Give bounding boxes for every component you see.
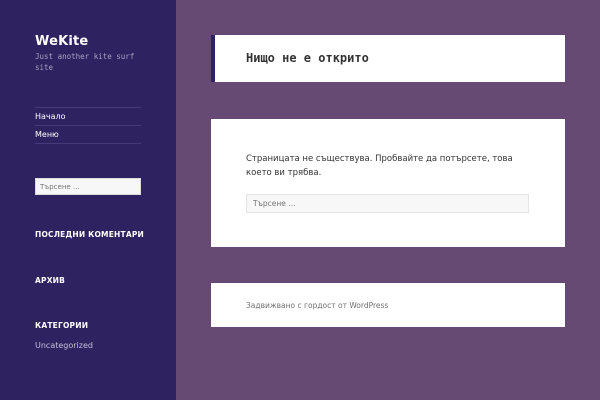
not-found-message: Страницата не съществува. Пробвайте да п… [246, 154, 513, 178]
sidebar-search-input[interactable] [35, 178, 141, 195]
content-search-input[interactable] [246, 194, 529, 213]
main-menu: Начало Меню [35, 107, 141, 144]
page-header: Нищо не е открито [211, 35, 565, 82]
category-link-uncategorized[interactable]: Uncategorized [35, 341, 93, 350]
site-description: Just another kite surf site [35, 52, 135, 72]
content-panel: Страницата не съществува. Пробвайте да п… [211, 119, 565, 247]
page-title: Нищо не е открито [246, 51, 369, 65]
menu-item-home[interactable]: Начало [35, 108, 141, 126]
sidebar: WeKite Just another kite surf site Начал… [0, 0, 176, 400]
site-title[interactable]: WeKite [35, 34, 88, 49]
menu-item-menu[interactable]: Меню [35, 126, 141, 144]
site-footer: Задвижвано с гордост от WordPress [211, 283, 565, 327]
footer-credit-link[interactable]: Задвижвано с гордост от WordPress [246, 301, 388, 310]
categories-title: КАТЕГОРИИ [35, 321, 89, 330]
archive-title: АРХИВ [35, 276, 66, 285]
recent-comments-title: ПОСЛЕДНИ КОМЕНТАРИ [35, 230, 145, 239]
